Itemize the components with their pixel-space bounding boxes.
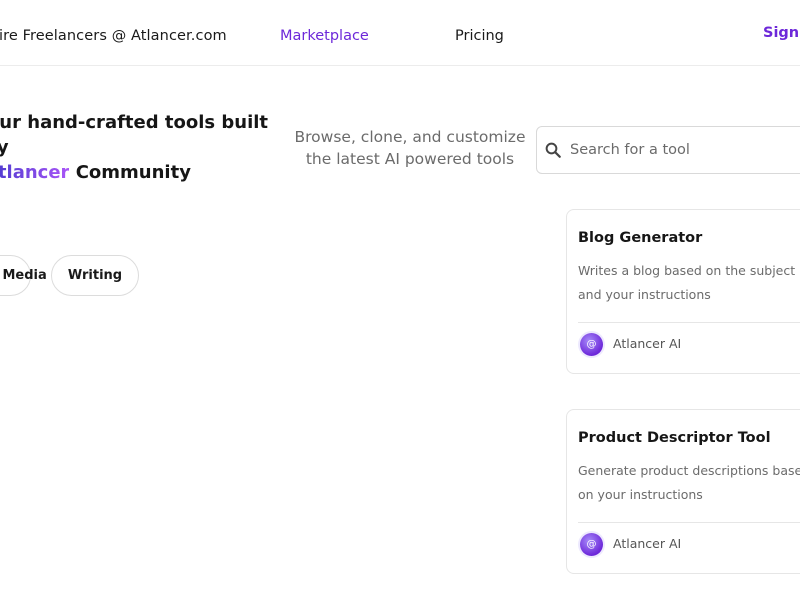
top-navigation: Hire Freelancers @ Atlancer.com Marketpl…: [0, 0, 800, 66]
hero-title-end: Community: [75, 162, 191, 183]
author-avatar: @: [580, 333, 603, 356]
nav-marketplace-link[interactable]: Marketplace: [280, 28, 369, 44]
card-description: Generate product descriptions based on y…: [578, 463, 800, 502]
category-chip-writing[interactable]: Writing: [51, 255, 139, 296]
tool-card-product-descriptor[interactable]: Product Descriptor Tool Generate product…: [566, 409, 800, 574]
card-divider: [578, 522, 800, 523]
hero-subtitle: Browse, clone, and customize the latest …: [294, 128, 526, 168]
hero-title-line: Our hand-crafted tools built by: [0, 112, 269, 158]
category-chip-social-media[interactable]: Social Media: [0, 255, 47, 296]
tool-card-blog-generator[interactable]: Blog Generator Writes a blog based on th…: [566, 209, 800, 374]
hero-title-brand: Atlancer: [0, 162, 69, 183]
hero-title: Our hand-crafted tools built by Atlancer…: [0, 110, 284, 185]
card-divider: [578, 322, 800, 323]
search-icon: [545, 142, 561, 158]
card-author: Atlancer AI: [613, 536, 682, 551]
tool-search[interactable]: [536, 126, 800, 174]
card-title: Blog Generator: [578, 230, 703, 246]
sign-in-link[interactable]: Sign In: [763, 25, 800, 41]
page: Hire Freelancers @ Atlancer.com Marketpl…: [0, 0, 800, 600]
nav-pricing-link[interactable]: Pricing: [455, 28, 504, 44]
card-author: Atlancer AI: [613, 336, 682, 351]
at-sign-icon: @: [586, 338, 597, 350]
card-description: Writes a blog based on the subject and y…: [578, 263, 796, 302]
card-title: Product Descriptor Tool: [578, 430, 771, 446]
author-avatar: @: [580, 533, 603, 556]
at-sign-icon: @: [586, 538, 597, 550]
nav-brand-link[interactable]: Hire Freelancers @ Atlancer.com: [0, 28, 227, 44]
search-input[interactable]: [570, 135, 800, 165]
